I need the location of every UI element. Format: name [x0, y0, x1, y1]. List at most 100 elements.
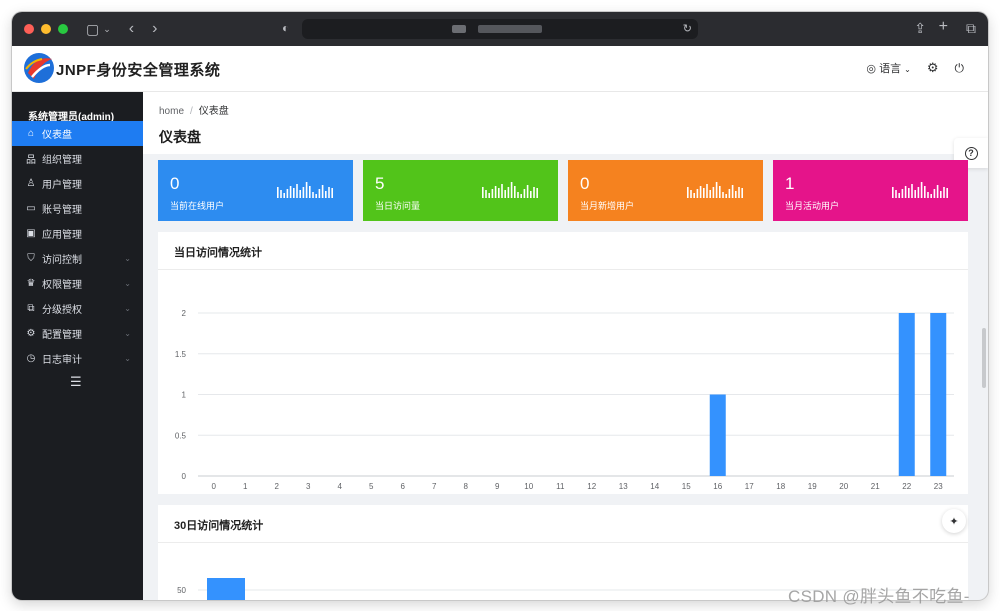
sparkline-bar: [526, 185, 529, 198]
x-tick-label: 8: [464, 482, 469, 491]
sparkline-bar: [491, 189, 494, 198]
brand-name: JNPF身份安全管理系统: [56, 62, 221, 79]
sparkline-bar: [494, 186, 497, 198]
breadcrumb-home-link[interactable]: home: [159, 106, 184, 117]
chevron-down-icon[interactable]: ⌄: [103, 24, 111, 35]
sidebar-item-label: 仪表盘: [42, 130, 72, 141]
maximize-window-icon[interactable]: [58, 24, 68, 34]
sparkline-bar: [904, 186, 907, 198]
sparkline-bar: [283, 193, 285, 198]
sparkline-bar: [725, 194, 727, 198]
sparkline-bar: [895, 190, 897, 198]
stat-label: 当月活动用户: [785, 201, 840, 211]
sidebar-item-access-control[interactable]: ⛉ 访问控制 ⌄: [12, 246, 143, 271]
x-tick-label: 19: [808, 482, 817, 491]
sparkline-bar: [325, 191, 327, 198]
sparkline-bar: [940, 191, 942, 198]
address-bar[interactable]: ↻: [302, 19, 698, 39]
window-controls: [24, 24, 68, 34]
sidebar-item-permissions[interactable]: ♛ 权限管理 ⌄: [12, 271, 143, 296]
sparkline-bar: [520, 194, 522, 198]
minimize-window-icon[interactable]: [41, 24, 51, 34]
chevron-down-icon: ⌄: [124, 354, 131, 363]
forward-icon[interactable]: ›: [152, 20, 157, 38]
bar: [207, 578, 245, 600]
new-tab-icon[interactable]: +: [939, 18, 948, 36]
bar: [709, 394, 726, 476]
home-icon: ⌂: [27, 128, 35, 139]
sparkline-bar: [728, 189, 731, 198]
language-label: 语言: [879, 63, 902, 75]
gear-icon: ⚙: [26, 328, 36, 339]
stat-label: 当日访问量: [375, 201, 421, 211]
sparkline-bar: [735, 191, 737, 198]
id-card-icon: ▭: [26, 203, 36, 214]
chevron-down-icon: ⌄: [124, 279, 131, 288]
sparkline-bar: [933, 189, 936, 198]
stat-label: 当月新增用户: [580, 201, 635, 211]
page-header: home / 仪表盘 仪表盘: [143, 92, 988, 154]
sidebar-item-org[interactable]: 品 组织管理: [12, 146, 143, 171]
sidebar-item-label: 账号管理: [42, 205, 82, 216]
sidebar-item-label: 访问控制: [42, 255, 82, 266]
sidebar-toggle-icon[interactable]: ▢: [86, 21, 99, 38]
close-window-icon[interactable]: [24, 24, 34, 34]
stat-card-online-users[interactable]: 0 当前在线用户: [158, 160, 353, 221]
collapse-menu-icon[interactable]: ☰: [70, 374, 82, 390]
sparkline-bar: [738, 187, 740, 198]
bar: [930, 313, 947, 476]
x-tick-label: 17: [745, 482, 754, 491]
back-icon[interactable]: ‹: [129, 20, 134, 38]
sparkline-bar: [946, 188, 948, 198]
chevron-down-icon: ⌄: [124, 329, 131, 338]
sparkline-bar: [741, 188, 743, 198]
sparkline-bar: [331, 188, 333, 198]
sidebar-item-apps[interactable]: ▣ 应用管理: [12, 221, 143, 246]
magic-wand-button[interactable]: ✦: [942, 509, 966, 533]
x-tick-label: 15: [682, 482, 691, 491]
y-tick-label: 0: [182, 472, 187, 481]
sparkline-bar: [510, 182, 513, 198]
header-actions: ◎ 语言 ⌄ ⚙ ⏻: [866, 60, 964, 76]
stat-cards: 0 当前在线用户 5 当日访问量 0 当月新增用户 1 当月活动用户: [158, 160, 968, 221]
sidebar: 系统管理员(admin) ⌂ 仪表盘 品 组织管理 ♙ 用户管理 ▭ 账号管理 …: [12, 92, 143, 600]
page-title: 仪表盘: [159, 129, 201, 145]
gear-icon[interactable]: ⚙: [927, 60, 939, 76]
x-tick-label: 5: [369, 482, 374, 491]
sparkline-bar: [917, 187, 920, 198]
x-tick-label: 12: [587, 482, 596, 491]
copy-icon: ⧉: [27, 303, 35, 314]
reload-icon[interactable]: ↻: [683, 22, 692, 35]
sidebar-item-dashboard[interactable]: ⌂ 仪表盘: [12, 121, 143, 146]
sparkline-bar: [924, 186, 926, 198]
share-icon[interactable]: ⇪: [914, 20, 926, 37]
app-icon: ▣: [26, 228, 36, 239]
sidebar-item-users[interactable]: ♙ 用户管理: [12, 171, 143, 196]
y-tick-label: 1: [182, 391, 187, 400]
tabs-overview-icon[interactable]: ⧉: [966, 20, 976, 37]
browser-toolbar: ▢ ⌄ ‹ › ◐ ↻ ⇪ + ⧉: [12, 12, 988, 46]
sparkline-bar: [706, 184, 708, 198]
scrollbar[interactable]: [982, 328, 986, 388]
sidebar-item-config[interactable]: ⚙ 配置管理 ⌄: [12, 321, 143, 346]
sparkline-bar: [693, 193, 695, 198]
privacy-shield-icon[interactable]: ◐: [282, 21, 289, 35]
x-tick-label: 11: [556, 482, 565, 491]
sparkline-bar: [898, 193, 900, 198]
stat-card-active-users[interactable]: 1 当月活动用户: [773, 160, 968, 221]
sidebar-item-audit[interactable]: ◷ 日志审计 ⌄: [12, 346, 143, 371]
stat-card-new-users[interactable]: 0 当月新增用户: [568, 160, 763, 221]
url-redacted: [452, 25, 466, 33]
language-switcher[interactable]: ◎ 语言 ⌄: [866, 60, 910, 76]
stat-value: 0: [580, 174, 590, 193]
sparkline-bar: [533, 187, 535, 198]
sidebar-item-accounts[interactable]: ▭ 账号管理: [12, 196, 143, 221]
sparkline-bar: [901, 189, 904, 198]
stat-card-daily-visits[interactable]: 5 当日访问量: [363, 160, 558, 221]
sparkline-bar: [501, 184, 503, 198]
sidebar-item-delegation[interactable]: ⧉ 分级授权 ⌄: [12, 296, 143, 321]
logout-icon[interactable]: ⏻: [955, 61, 965, 76]
sparkline-bar: [892, 187, 894, 198]
breadcrumb: home / 仪表盘: [159, 102, 229, 117]
x-tick-label: 9: [495, 482, 500, 491]
